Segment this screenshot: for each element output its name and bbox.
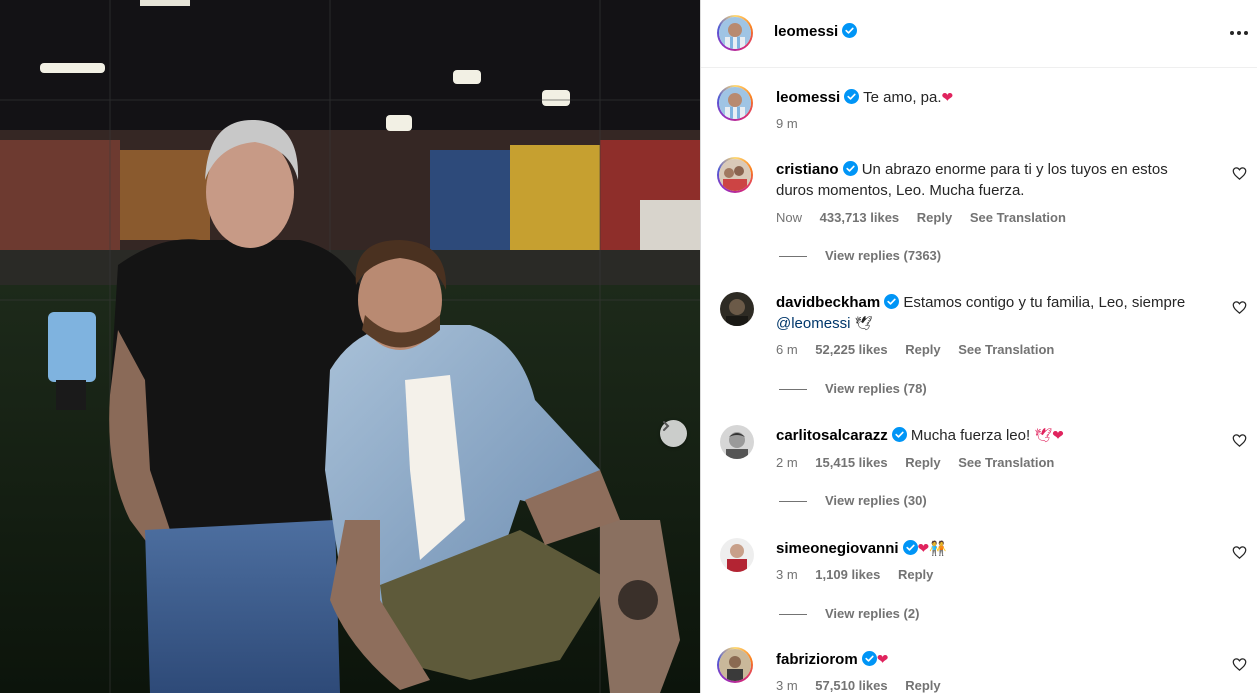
see-translation-button[interactable]: See Translation (958, 455, 1054, 470)
commenter-avatar[interactable] (720, 425, 754, 459)
heart-outline-icon[interactable] (1232, 657, 1247, 672)
commenter-username[interactable]: simeonegiovanni (776, 540, 899, 557)
verified-badge-icon (891, 427, 907, 442)
dove-heart-emoji: 🕊❤ (1034, 427, 1064, 443)
replies-divider (779, 256, 807, 258)
heart-outline-icon[interactable] (1232, 166, 1247, 181)
commenter-username[interactable]: davidbeckham (776, 294, 880, 311)
caption-time: 9 m (776, 116, 798, 131)
verified-badge-icon (902, 540, 918, 555)
replies-divider (779, 389, 807, 391)
see-translation-button[interactable]: See Translation (958, 342, 1054, 357)
heart-outline-icon[interactable] (1232, 433, 1247, 448)
comments-panel: leomessi leomessi Te amo, pa.❤ 9 m crist… (700, 0, 1257, 693)
like-count[interactable]: 1,109 likes (815, 567, 880, 582)
heart-people-emoji: ❤🧑‍🤝‍🧑 (917, 540, 947, 556)
commenter-avatar[interactable] (720, 292, 754, 326)
avatar-image (719, 17, 751, 49)
post-photo (0, 0, 700, 693)
comment-text: Mucha fuerza leo! (910, 427, 1031, 444)
see-translation-button[interactable]: See Translation (970, 210, 1066, 225)
like-count[interactable]: 57,510 likes (815, 678, 887, 693)
avatar-image (720, 538, 754, 572)
caption-avatar[interactable] (717, 85, 753, 121)
reply-button[interactable]: Reply (905, 342, 940, 357)
reply-button[interactable]: Reply (898, 567, 933, 582)
more-options-button[interactable] (1228, 22, 1250, 49)
comment-item: fabriziorom ❤ 3 m 57,510 likes Reply (701, 645, 1257, 693)
like-count[interactable]: 433,713 likes (820, 210, 900, 225)
comment-time: 3 m (776, 567, 798, 582)
comment-item: carlitosalcarazz Mucha fuerza leo! 🕊❤ 2 … (701, 420, 1257, 520)
like-count[interactable]: 52,225 likes (815, 342, 887, 357)
comment-item: cristiano Un abrazo enorme para ti y los… (701, 154, 1257, 274)
avatar-image (719, 87, 751, 119)
heart-emoji: ❤ (876, 651, 889, 667)
reply-button[interactable]: Reply (905, 678, 940, 693)
commenter-username[interactable]: carlitosalcarazz (776, 427, 888, 444)
replies-divider (779, 614, 807, 616)
commenter-avatar[interactable] (717, 157, 753, 193)
author-avatar[interactable] (717, 15, 753, 51)
next-photo-button[interactable] (660, 420, 687, 447)
verified-badge-icon (842, 161, 858, 176)
comment-time: Now (776, 210, 803, 225)
view-replies-button[interactable]: View replies (30) (779, 493, 927, 508)
commenter-avatar[interactable] (720, 538, 754, 572)
comment-text: Estamos contigo y tu familia, Leo, siemp… (903, 294, 1186, 311)
commenter-avatar[interactable] (717, 647, 753, 683)
comment-time: 2 m (776, 455, 798, 470)
comment-item: davidbeckham Estamos contigo y tu famili… (701, 287, 1257, 407)
dove-emoji: 🕊 (854, 315, 873, 331)
mention-link[interactable]: @leomessi (776, 315, 850, 332)
view-replies-label: View replies (7363) (825, 248, 942, 263)
verified-badge-icon (844, 89, 860, 104)
author-username[interactable]: leomessi (774, 23, 838, 40)
avatar-image (719, 159, 751, 191)
view-replies-button[interactable]: View replies (7363) (779, 248, 941, 263)
more-horizontal-icon (1230, 31, 1248, 35)
heart-emoji: ❤ (941, 89, 954, 105)
verified-badge-icon (884, 294, 900, 309)
verified-badge-icon (842, 23, 858, 38)
commenter-username[interactable]: cristiano (776, 161, 839, 178)
heart-outline-icon[interactable] (1232, 300, 1247, 315)
comment-time: 3 m (776, 678, 798, 693)
caption-username[interactable]: leomessi (776, 89, 840, 106)
replies-divider (779, 501, 807, 503)
comment-item: simeonegiovanni ❤🧑‍🤝‍🧑 3 m 1,109 likes Re… (701, 533, 1257, 633)
view-replies-label: View replies (2) (825, 606, 920, 621)
like-count[interactable]: 15,415 likes (815, 455, 887, 470)
avatar-image (720, 425, 754, 459)
reply-button[interactable]: Reply (917, 210, 952, 225)
view-replies-label: View replies (78) (825, 381, 927, 396)
verified-badge-icon (861, 651, 877, 666)
photo-illustration (0, 0, 700, 693)
reply-button[interactable]: Reply (905, 455, 940, 470)
avatar-image (719, 649, 751, 681)
caption-text: Te amo, pa. (863, 89, 942, 106)
view-replies-button[interactable]: View replies (2) (779, 606, 919, 621)
view-replies-button[interactable]: View replies (78) (779, 381, 927, 396)
chevron-right-icon (663, 421, 670, 431)
avatar-image (720, 292, 754, 326)
commenter-username[interactable]: fabriziorom (776, 651, 858, 668)
post-caption: leomessi Te amo, pa.❤ 9 m (701, 82, 1257, 142)
heart-outline-icon[interactable] (1232, 545, 1247, 560)
comment-time: 6 m (776, 342, 798, 357)
view-replies-label: View replies (30) (825, 493, 927, 508)
post-header: leomessi (701, 0, 1257, 68)
